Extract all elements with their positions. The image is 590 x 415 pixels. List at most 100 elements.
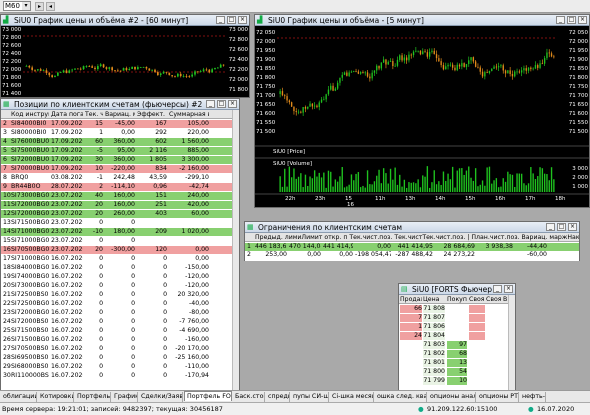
maximize-button[interactable]: □ — [567, 16, 576, 24]
table-row[interactable]: 23 SI72000BG0 16.07.2020 0 0 0 -80,00 — [1, 309, 233, 317]
orderbook-row[interactable]: 71 803 97 — [399, 341, 509, 349]
maximize-button[interactable]: □ — [557, 223, 566, 231]
table-row[interactable]: 18 SI84000BG0 16.07.2020 0 0 0 -150,00 — [1, 264, 233, 272]
table-row[interactable]: 11SI72000BG0D23.07.2020 20 160,00 251 420,00 — [1, 201, 233, 209]
toolbar-button-2[interactable]: ◂ — [46, 2, 55, 11]
table-row[interactable]: 14SI71000BG0D23.07.2020 -10 180,00 209 1 020… — [1, 228, 233, 236]
table-row[interactable]: 5 SI75000BU0 17.09.2020 -5 95,00 2 116 885,00 — [1, 147, 233, 155]
interval-select[interactable]: M60 ▾ — [3, 1, 31, 11]
table-row[interactable]: 28 SI69500BS0 16.07.2020 0 0 0 -25 160,00 — [1, 354, 233, 362]
candle-body — [440, 61, 442, 66]
table-row[interactable]: 2 SI84000BI0 17.09.2020 15 -45,00 167 105,00 — [1, 120, 233, 128]
tab[interactable]: ошка след. квартал — [375, 392, 427, 402]
table-row[interactable]: 3 SI80000BI0 17.09.2020 1 0,00 292 220,00 — [1, 129, 233, 137]
table-row[interactable]: 30 RI110000BS0 16.07.2020 0 0 0 -170,94 — [1, 372, 233, 380]
scrollbar[interactable] — [508, 295, 515, 390]
close-button[interactable]: × — [504, 285, 513, 293]
tab[interactable]: Портфель FORTS — [184, 391, 232, 401]
orderbook-row[interactable]: 71 799 10 — [399, 377, 509, 385]
table-row[interactable]: 20 SI73000BG0 16.07.2020 0 0 0 -120,00 — [1, 282, 233, 290]
table-cell: 17 — [3, 255, 11, 262]
table-row[interactable]: 24 SI72000BS0 16.07.2020 0 0 0 -7 760,00 — [1, 318, 233, 326]
table-row[interactable]: 8 BRQ0 03.08.2020 -1 242,48 43,59 -299,10 — [1, 174, 233, 182]
table-row[interactable]: 13SI71500BG0D23.07.2020 0 0 — [1, 219, 233, 227]
table-row[interactable]: 17SI71000BG0D16.07.2020 0 0 0 0,00 — [1, 255, 233, 263]
table-row[interactable]: 10SI73000BG0D23.07.2020 40 160,00 151 240,00 — [1, 192, 233, 200]
tab[interactable]: пупы СИ-шка — [291, 392, 329, 402]
table-row[interactable]: 22 SI72500BG0 16.07.2020 0 0 0 -40,00 — [1, 300, 233, 308]
table-row[interactable]: 21 SI72500BS0 16.07.2020 0 0 0 20 320,00 — [1, 291, 233, 299]
orderbook-row[interactable]: 24 71 804 — [399, 332, 509, 340]
tab[interactable]: Баск.стон — [233, 392, 265, 402]
table-row[interactable]: 12SI72000BG0D23.07.2020 20 260,00 403 60,00 — [1, 210, 233, 218]
table-cell: SI71500BG0 — [11, 336, 49, 343]
table-row[interactable]: 7 SI70000BU0 17.09.2020 10 -220,00 834 -2 160,… — [1, 165, 233, 173]
maximize-button[interactable]: □ — [227, 16, 236, 24]
table-row[interactable]: 27 SI70500BS0 16.07.2020 0 0 0 -20 170,00 — [1, 345, 233, 353]
tab[interactable]: нефть- — [520, 392, 546, 402]
orderbook-row[interactable]: 71 800 54 — [399, 368, 509, 376]
column-header[interactable]: Код инструмента — [11, 110, 49, 119]
close-button[interactable]: × — [568, 223, 577, 231]
tab[interactable]: Портфель ФР — [75, 392, 111, 402]
orderbook-row[interactable]: 66 71 808 — [399, 305, 509, 313]
window-titlebar[interactable]: ▤ SiU0 [FORTS Фьючерсы] К... _ × — [399, 284, 515, 295]
table-row[interactable]: 6 SI72000BU0 17.09.2020 30 360,00 1 805 3 300,… — [1, 156, 233, 164]
maximize-button[interactable]: □ — [217, 100, 226, 108]
minimize-button[interactable]: _ — [556, 16, 565, 24]
table-row[interactable]: 4 SI76000BU0 17.09.2020 60 360,00 602 1 560,00 — [1, 138, 233, 146]
column-header[interactable]: Своя п.. — [486, 295, 502, 304]
tab[interactable]: Сделки/Заявки — [139, 392, 183, 402]
column-header[interactable]: Суммарная в... — [169, 110, 209, 119]
window-titlebar[interactable]: ▦ Позиции по клиентским счетам (фьючерсы… — [1, 99, 239, 110]
table-row[interactable]: 2 253,00 0,00 0,00 -198 054,47 -287 488,42 24 … — [245, 251, 579, 259]
window-titlebar[interactable]: ▟ SiU0 График цены и объёма #2 - [60 мин… — [1, 15, 249, 26]
tab[interactable]: спреды — [266, 392, 290, 402]
column-header[interactable]: Цена — [423, 295, 445, 304]
volume-bar — [295, 178, 297, 192]
column-header[interactable]: Тек. чист. — [85, 110, 103, 119]
orderbook-row[interactable]: 7 71 807 — [399, 314, 509, 322]
table-row[interactable]: 9 BR44B0O 28.07.2020 2 -114,10 0,96 -42,74 — [1, 183, 233, 191]
window-titlebar[interactable]: ▦ Ограничения по клиентским счетам _ □ × — [245, 222, 579, 233]
table-cell: 20 — [3, 282, 11, 289]
table-row[interactable]: 19 SI74000BG0 16.07.2020 0 0 0 -120,00 — [1, 273, 233, 281]
table-row[interactable]: 29 SI68000BS0 16.07.2020 0 0 0 -110,00 — [1, 363, 233, 371]
tab[interactable]: Сi-шка месяц — [330, 392, 374, 402]
table-row[interactable]: 16SI70500BG0D23.07.2020 20 -300,00 120 0,00 — [1, 246, 233, 254]
chart-area[interactable]: 73 000 72 800 72 600 72 400 72 200 72 000 71 8… — [1, 26, 249, 97]
orderbook-table[interactable]: Продаж.ЦенаПокупк.Своя п.Своя п..В6671 8… — [399, 295, 509, 390]
column-header[interactable]: Дата погаш. — [51, 110, 83, 119]
tab[interactable]: Котировки — [38, 392, 74, 402]
minimize-button[interactable]: _ — [216, 16, 225, 24]
minimize-button[interactable]: _ — [206, 100, 215, 108]
positions-table[interactable]: Код инструментаДата погаш.Тек. чист.Вари… — [1, 110, 233, 390]
table-row[interactable]: 1446 183,62470 144,04441 414,950,00441 4… — [245, 243, 579, 251]
column-header[interactable]: Покупк. — [447, 295, 467, 304]
orderbook-row[interactable]: 1 71 806 — [399, 323, 509, 331]
tab[interactable]: облигации — [1, 392, 37, 402]
limits-table[interactable]: Предыд. лимиЛимит откр. п Тек.чист.поз. … — [245, 233, 579, 261]
table-row[interactable]: 25 SI71500BS0 16.07.2020 0 0 0 -4 690,00 — [1, 327, 233, 335]
close-button[interactable]: × — [578, 16, 587, 24]
chart-area[interactable]: 72 050 72 000 71 950 71 900 71 850 71 800 71 7… — [255, 26, 589, 207]
close-button[interactable]: × — [228, 100, 237, 108]
table-row[interactable]: 15SI71000BG0D23.07.2020 0 0 — [1, 237, 233, 245]
close-button[interactable]: × — [238, 16, 247, 24]
tab[interactable]: опционы анализ — [428, 392, 476, 402]
column-header[interactable]: Своя п. — [469, 295, 485, 304]
window-titlebar[interactable]: ▟ SiU0 График цены и объёма - [5 минут] … — [255, 15, 589, 26]
column-header[interactable]: Продаж. — [400, 295, 422, 304]
minimize-button[interactable]: _ — [493, 285, 502, 293]
tab[interactable]: опционы РТС — [477, 392, 519, 402]
column-header[interactable]: Эффект. цена — [137, 110, 167, 119]
minimize-button[interactable]: _ — [546, 223, 555, 231]
tab[interactable]: Графики — [112, 392, 138, 402]
scrollbar[interactable] — [232, 110, 239, 390]
toolbar-button-1[interactable]: ▸ — [35, 2, 44, 11]
column-header[interactable]: Вариац. маржа — [105, 110, 135, 119]
orderbook-row[interactable]: 71 802 68 — [399, 350, 509, 358]
orderbook-row[interactable]: 71 801 13 — [399, 359, 509, 367]
volume-bar — [438, 181, 440, 192]
table-row[interactable]: 26 SI71500BG0 16.07.2020 0 0 0 -160,00 — [1, 336, 233, 344]
